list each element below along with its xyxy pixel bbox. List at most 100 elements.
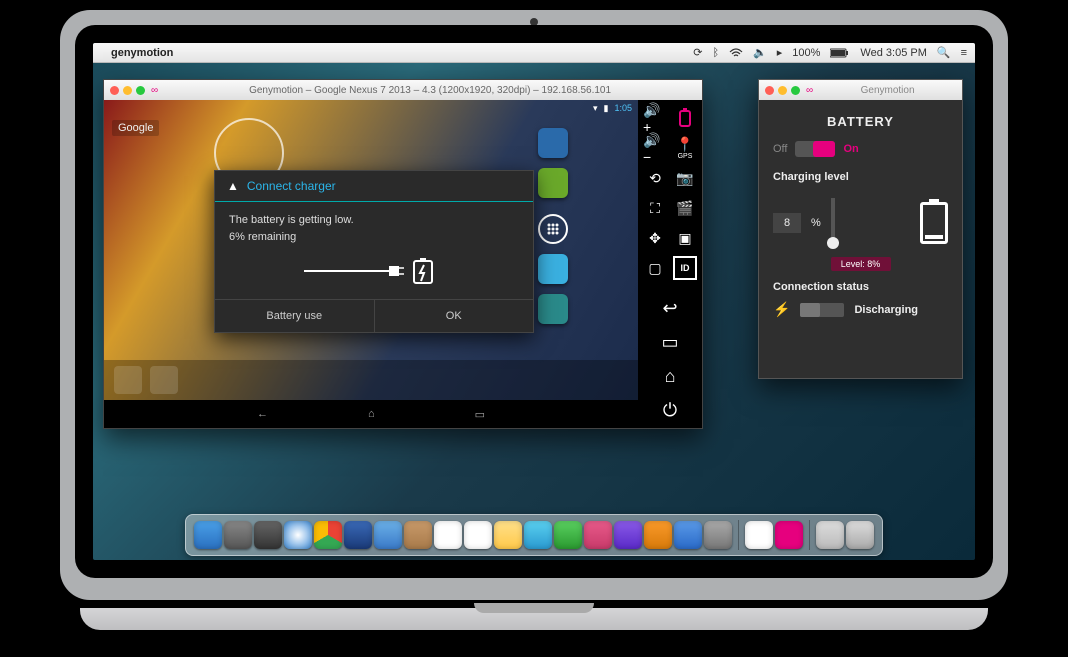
spotlight-icon[interactable]: 🔍 bbox=[937, 46, 951, 59]
genymotion-app-icon[interactable] bbox=[745, 521, 773, 549]
android-statusbar: ▾ ▮ 1:05 bbox=[104, 100, 638, 116]
dialog-line2: 6% remaining bbox=[229, 229, 519, 246]
level-tooltip: Level: 8% bbox=[831, 257, 891, 271]
connection-status-label: Connection status bbox=[773, 281, 948, 293]
app-icon[interactable] bbox=[538, 168, 568, 198]
flag-icon[interactable]: ▸ bbox=[777, 46, 783, 59]
notifications-icon[interactable]: ≡ bbox=[961, 47, 967, 59]
level-slider[interactable] bbox=[831, 198, 835, 248]
android-back-icon[interactable]: ↩ bbox=[655, 296, 685, 320]
safari-icon[interactable] bbox=[284, 521, 312, 549]
trash-icon[interactable] bbox=[846, 521, 874, 549]
battery-percent: 100% bbox=[792, 47, 820, 59]
percent-input[interactable]: 8 bbox=[773, 213, 801, 233]
ibooks-icon[interactable] bbox=[644, 521, 672, 549]
dialog-line1: The battery is getting low. bbox=[229, 212, 519, 229]
volume-down-icon[interactable]: 🔊− bbox=[643, 136, 667, 160]
appstore-icon[interactable] bbox=[674, 521, 702, 549]
battery-widget-icon[interactable] bbox=[673, 106, 697, 130]
menubar-clock[interactable]: Wed 3:05 PM bbox=[860, 47, 926, 59]
app-icon[interactable] bbox=[538, 128, 568, 158]
id-icon[interactable]: ID bbox=[673, 256, 697, 280]
itunes-icon[interactable] bbox=[614, 521, 642, 549]
homescreen-apps bbox=[538, 128, 568, 324]
finder-icon[interactable] bbox=[194, 521, 222, 549]
clapper-icon[interactable]: 🎬 bbox=[673, 196, 697, 220]
reminders-icon[interactable] bbox=[464, 521, 492, 549]
fullscreen-icon[interactable]: ⛶ bbox=[643, 196, 667, 220]
percent-unit: % bbox=[811, 217, 821, 229]
minimize-icon[interactable] bbox=[123, 86, 132, 95]
battery-use-button[interactable]: Battery use bbox=[215, 300, 374, 332]
dialog-title: Connect charger bbox=[247, 179, 336, 193]
genymotion-logo-icon[interactable] bbox=[775, 521, 803, 549]
android-screen[interactable]: ▾ ▮ 1:05 Google bbox=[104, 100, 638, 428]
macos-menubar: genymotion ⟳ ᛒ 🔈 ▸ 100% Wed 3:05 PM 🔍 ≡ bbox=[93, 43, 975, 63]
battery-panel-titlebar[interactable]: ∞ Genymotion bbox=[759, 80, 962, 100]
charger-graphic bbox=[229, 257, 519, 285]
toggle-off-label: Off bbox=[773, 143, 787, 155]
ok-button[interactable]: OK bbox=[374, 300, 534, 332]
google-search-widget[interactable]: Google bbox=[112, 120, 159, 136]
desktop-screen: genymotion ⟳ ᛒ 🔈 ▸ 100% Wed 3:05 PM 🔍 ≡ bbox=[93, 43, 975, 560]
bluetooth-icon[interactable]: ᛒ bbox=[712, 47, 719, 59]
move-icon[interactable]: ✥ bbox=[643, 226, 667, 250]
warning-icon: ▲ bbox=[227, 179, 239, 193]
sync-icon[interactable]: ⟳ bbox=[693, 46, 702, 59]
android-clock: 1:05 bbox=[614, 103, 632, 113]
menubar-app-name[interactable]: genymotion bbox=[111, 47, 173, 59]
back-button[interactable]: ← bbox=[257, 408, 268, 420]
battery-panel-title: Genymotion bbox=[819, 85, 956, 96]
square-icon[interactable]: ▢ bbox=[643, 256, 667, 280]
homescreen-tray bbox=[104, 360, 638, 400]
virtualbox-icon[interactable] bbox=[344, 521, 372, 549]
android-navbar: ← ⌂ ▭ bbox=[104, 400, 638, 428]
tray-icon[interactable] bbox=[150, 366, 178, 394]
camera-icon[interactable]: 📷 bbox=[673, 166, 697, 190]
apps-grid-button[interactable] bbox=[538, 214, 568, 244]
android-recents-icon[interactable]: ▭ bbox=[655, 330, 685, 354]
recents-button[interactable]: ▭ bbox=[475, 408, 485, 421]
zoom-icon[interactable] bbox=[136, 86, 145, 95]
laptop-base bbox=[80, 608, 988, 630]
gps-icon[interactable]: 📍GPS bbox=[673, 136, 697, 160]
messages-icon[interactable] bbox=[524, 521, 552, 549]
home-button[interactable]: ⌂ bbox=[368, 408, 375, 420]
facetime-icon[interactable] bbox=[554, 521, 582, 549]
app-icon[interactable] bbox=[538, 294, 568, 324]
calendar-icon[interactable] bbox=[434, 521, 462, 549]
contacts-icon[interactable] bbox=[404, 521, 432, 549]
volume-icon[interactable]: 🔈 bbox=[753, 46, 767, 59]
genymotion-sidebar: 🔊+ 🔊− 📍GPS ⟲ 📷 bbox=[638, 100, 702, 428]
tray-icon[interactable] bbox=[114, 366, 142, 394]
remote-icon[interactable]: ▣ bbox=[673, 226, 697, 250]
chrome-icon[interactable] bbox=[314, 521, 342, 549]
toggle-on-label: On bbox=[843, 143, 858, 155]
launchpad-icon[interactable] bbox=[224, 521, 252, 549]
connection-toggle[interactable] bbox=[800, 303, 844, 317]
close-icon[interactable] bbox=[110, 86, 119, 95]
battery-enable-toggle[interactable] bbox=[795, 141, 835, 157]
volume-up-icon[interactable]: 🔊+ bbox=[643, 106, 667, 130]
downloads-icon[interactable] bbox=[816, 521, 844, 549]
emulator-titlebar[interactable]: ∞ Genymotion – Google Nexus 7 2013 – 4.3… bbox=[104, 80, 702, 100]
battery-icon[interactable] bbox=[830, 48, 850, 58]
rotate-icon[interactable]: ⟲ bbox=[643, 166, 667, 190]
macos-dock bbox=[185, 514, 883, 556]
android-home-icon[interactable]: ⌂ bbox=[655, 364, 685, 388]
battery-header: BATTERY bbox=[773, 114, 948, 129]
power-icon[interactable]: ⏻ bbox=[655, 398, 685, 422]
preferences-icon[interactable] bbox=[704, 521, 732, 549]
notes-icon[interactable] bbox=[494, 521, 522, 549]
mission-control-icon[interactable] bbox=[254, 521, 282, 549]
close-icon[interactable] bbox=[765, 86, 774, 95]
mail-icon[interactable] bbox=[374, 521, 402, 549]
emulator-title-text: Genymotion – Google Nexus 7 2013 – 4.3 (… bbox=[164, 85, 696, 96]
photo-booth-icon[interactable] bbox=[584, 521, 612, 549]
battery-icon: ▮ bbox=[604, 103, 609, 114]
app-icon[interactable] bbox=[538, 254, 568, 284]
zoom-icon[interactable] bbox=[791, 86, 800, 95]
wifi-icon: ▾ bbox=[593, 103, 598, 114]
wifi-icon[interactable] bbox=[729, 48, 743, 58]
minimize-icon[interactable] bbox=[778, 86, 787, 95]
